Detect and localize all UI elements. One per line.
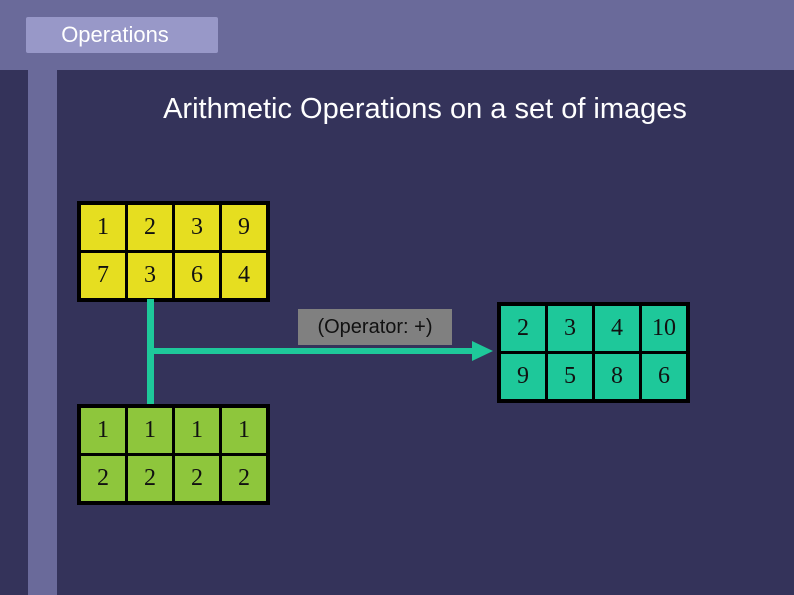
pixel-cell: 1 (77, 404, 128, 456)
pixel-cell: 2 (125, 453, 175, 505)
pixel-cell: 6 (639, 351, 690, 403)
slide-title: Arithmetic Operations on a set of images (163, 93, 687, 125)
arrowhead-icon (472, 341, 493, 361)
connector-vertical-line (147, 299, 154, 404)
pixel-cell: 1 (172, 404, 222, 456)
image-a-grid: 1 2 3 9 7 3 6 4 (77, 201, 270, 302)
pixel-cell: 7 (77, 250, 128, 302)
operator-label: (Operator: +) (298, 309, 452, 345)
result-grid: 2 3 4 10 9 5 8 6 (497, 302, 690, 403)
pixel-cell: 1 (77, 201, 128, 253)
pixel-cell: 2 (497, 302, 548, 354)
pixel-cell: 2 (77, 453, 128, 505)
connector-horizontal-line (147, 348, 475, 354)
image-b-grid: 1 1 1 1 2 2 2 2 (77, 404, 270, 505)
pixel-cell: 4 (592, 302, 642, 354)
pixel-cell: 3 (172, 201, 222, 253)
grid-row: 1 2 3 9 (77, 201, 270, 253)
pixel-cell: 6 (172, 250, 222, 302)
grid-row: 2 3 4 10 (497, 302, 690, 354)
pixel-cell: 3 (545, 302, 595, 354)
pixel-cell: 5 (545, 351, 595, 403)
pixel-cell: 9 (497, 351, 548, 403)
grid-row: 7 3 6 4 (77, 250, 270, 302)
pixel-cell: 9 (219, 201, 270, 253)
grid-row: 2 2 2 2 (77, 453, 270, 505)
section-tab: Operations (26, 17, 218, 53)
pixel-cell: 2 (219, 453, 270, 505)
grid-row: 1 1 1 1 (77, 404, 270, 456)
pixel-cell: 10 (639, 302, 690, 354)
pixel-cell: 2 (172, 453, 222, 505)
grid-row: 9 5 8 6 (497, 351, 690, 403)
pixel-cell: 2 (125, 201, 175, 253)
pixel-cell: 4 (219, 250, 270, 302)
pixel-cell: 8 (592, 351, 642, 403)
pixel-cell: 1 (219, 404, 270, 456)
side-stripe (28, 70, 57, 595)
pixel-cell: 3 (125, 250, 175, 302)
pixel-cell: 1 (125, 404, 175, 456)
